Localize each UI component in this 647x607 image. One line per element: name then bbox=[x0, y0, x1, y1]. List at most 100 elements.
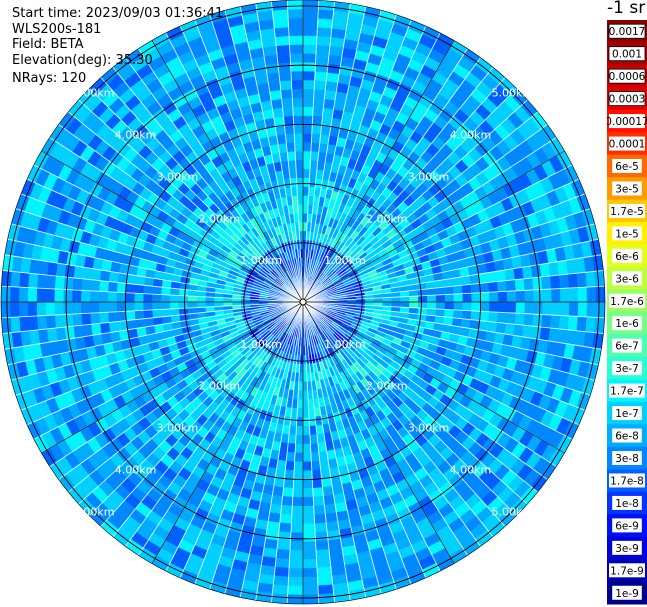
field-cell bbox=[289, 53, 304, 63]
colorbar-tick-label: 1.7e-6 bbox=[610, 296, 644, 308]
field-cell bbox=[551, 301, 561, 316]
field-cell bbox=[302, 408, 310, 418]
field-cell bbox=[313, 513, 327, 525]
field-cell bbox=[302, 106, 314, 116]
field-cell bbox=[36, 315, 48, 331]
field-cell bbox=[316, 557, 332, 569]
field-cell bbox=[532, 276, 543, 291]
field-cell bbox=[160, 301, 171, 310]
field-cell bbox=[322, 485, 334, 497]
field-cell bbox=[523, 277, 534, 291]
field-cell bbox=[316, 35, 332, 47]
field-cell bbox=[64, 264, 76, 279]
field-cell bbox=[504, 323, 516, 336]
field-cell bbox=[302, 35, 318, 46]
elevation-label: Elevation(deg): 35.30 bbox=[12, 53, 153, 68]
field-cell bbox=[274, 557, 290, 569]
field-cell bbox=[418, 295, 428, 303]
field-cell bbox=[471, 301, 481, 312]
field-cell bbox=[54, 301, 64, 316]
field-cell bbox=[36, 287, 47, 303]
colorbar-tick-label: 0.0017 bbox=[609, 26, 646, 38]
field-cell bbox=[322, 107, 334, 119]
field-cell bbox=[288, 567, 304, 578]
colorbar-tick-label: 6e-9 bbox=[615, 520, 639, 532]
field-cell bbox=[504, 268, 516, 281]
field-cell bbox=[296, 186, 304, 196]
field-cell bbox=[489, 301, 499, 313]
field-cell bbox=[312, 106, 324, 117]
range-ring-label: 3.00km bbox=[408, 422, 450, 435]
field-cell bbox=[18, 301, 29, 318]
field-cell bbox=[316, 26, 333, 38]
field-cell bbox=[514, 278, 526, 292]
colorbar-tick-label: 6e-5 bbox=[615, 161, 639, 173]
field-cell bbox=[36, 273, 48, 289]
field-cell bbox=[63, 276, 74, 291]
field-cell bbox=[107, 291, 117, 303]
field-cell bbox=[313, 88, 326, 100]
field-cell bbox=[290, 532, 304, 543]
field-cell bbox=[27, 272, 39, 289]
field-cell bbox=[315, 549, 331, 560]
field-cell bbox=[281, 496, 294, 507]
colorbar-tick-label: 0.001 bbox=[612, 49, 642, 61]
field-cell bbox=[515, 301, 526, 314]
field-cell bbox=[54, 275, 65, 290]
range-ring-label: 2.00km bbox=[198, 380, 240, 393]
range-ring-label: 4.00km bbox=[115, 463, 157, 476]
field-cell bbox=[270, 494, 283, 506]
field-cell bbox=[284, 124, 295, 135]
field-cell bbox=[276, 540, 291, 551]
field-cell bbox=[325, 72, 340, 83]
field-cell bbox=[312, 97, 325, 108]
field-cell bbox=[302, 53, 317, 63]
field-cell bbox=[568, 301, 579, 317]
field-cell bbox=[286, 142, 296, 153]
field-cell bbox=[302, 558, 318, 569]
field-cell bbox=[90, 323, 102, 336]
field-cell bbox=[286, 0, 304, 10]
field-cell bbox=[1, 317, 12, 334]
field-cell bbox=[80, 301, 91, 314]
field-cell bbox=[302, 417, 310, 427]
field-cell bbox=[426, 301, 437, 310]
field-cell bbox=[302, 150, 312, 161]
field-cell bbox=[595, 301, 606, 319]
field-cell bbox=[435, 294, 446, 303]
field-cell bbox=[302, 97, 314, 108]
range-ring-label: 5.00km bbox=[492, 87, 534, 100]
field-cell bbox=[271, 0, 288, 11]
field-cell bbox=[302, 523, 316, 534]
field-cell bbox=[292, 115, 304, 125]
field-cell bbox=[595, 285, 606, 303]
colorbar-tick-label: 3e-6 bbox=[615, 273, 639, 285]
field-cell bbox=[125, 310, 136, 321]
colorbar-tick-label: 1.7e-7 bbox=[610, 386, 644, 398]
field-cell bbox=[98, 280, 109, 293]
field-cell bbox=[291, 88, 304, 99]
field-cell bbox=[169, 294, 180, 303]
field-cell bbox=[133, 292, 144, 303]
field-cell bbox=[1, 270, 12, 287]
field-cell bbox=[312, 478, 323, 489]
field-cell bbox=[488, 311, 499, 323]
field-cell bbox=[278, 522, 292, 533]
field-cell bbox=[73, 324, 84, 339]
field-cell bbox=[568, 287, 579, 303]
field-cell bbox=[271, 593, 288, 604]
field-cell bbox=[268, 512, 281, 524]
field-cell bbox=[293, 124, 304, 134]
field-cell bbox=[317, 584, 334, 595]
field-cell bbox=[488, 281, 499, 293]
field-cell bbox=[266, 72, 281, 83]
colorbar-tick-label: 6e-7 bbox=[615, 341, 639, 353]
field-cell bbox=[275, 44, 291, 55]
range-ring-label: 3.00km bbox=[157, 170, 199, 183]
field-cell bbox=[270, 98, 283, 110]
field-cell bbox=[62, 301, 73, 315]
field-cell bbox=[471, 292, 481, 303]
field-cell bbox=[187, 301, 197, 309]
field-cell bbox=[27, 315, 39, 332]
nrays-label: NRays: 120 bbox=[12, 71, 87, 86]
